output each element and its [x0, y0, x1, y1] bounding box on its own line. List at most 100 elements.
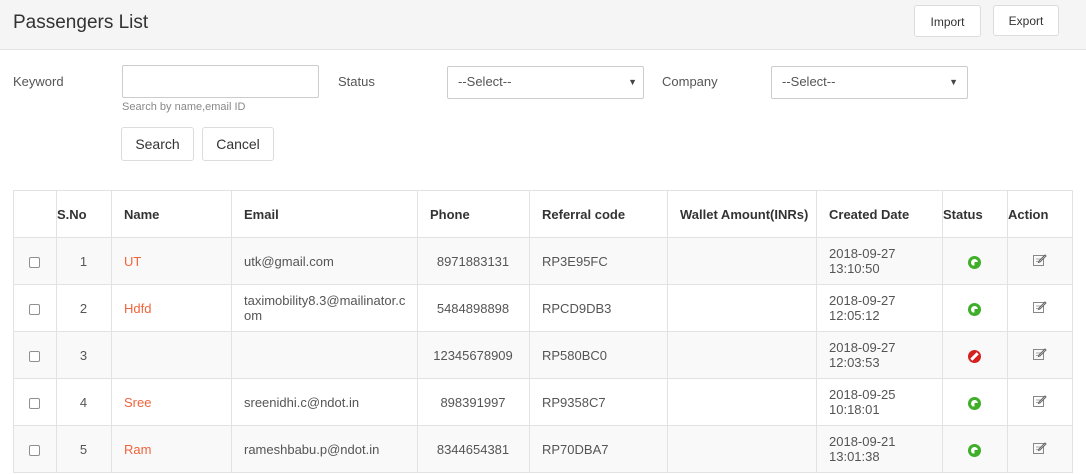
- passenger-name-link[interactable]: Sree: [124, 395, 151, 410]
- header-sno: S.No: [56, 190, 112, 238]
- header-email: Email: [231, 190, 418, 238]
- chevron-down-icon: ▼: [949, 77, 958, 87]
- table-row: 1 UT utk@gmail.com 8971883131 RP3E95FC 2…: [13, 237, 1073, 285]
- status-active-icon[interactable]: [968, 302, 981, 316]
- cell-phone: 898391997: [417, 378, 530, 426]
- created-time: 12:03:53: [829, 355, 880, 370]
- cell-referral-code: RPCD9DB3: [529, 284, 668, 332]
- cell-status: [942, 284, 1008, 332]
- cell-action: [1007, 378, 1073, 426]
- cell-created-date: 2018-09-25 10:18:01: [816, 378, 943, 426]
- company-select-value: --Select--: [782, 74, 836, 89]
- cell-created-date: 2018-09-21 13:01:38: [816, 425, 943, 473]
- cell-phone: 8344654381: [417, 425, 530, 473]
- table-row: 4 Sree sreenidhi.c@ndot.in 898391997 RP9…: [13, 378, 1073, 426]
- cell-name: Ram: [111, 425, 232, 473]
- header-name: Name: [111, 190, 232, 238]
- cell-sno: 5: [56, 425, 112, 473]
- cancel-button[interactable]: Cancel: [202, 127, 274, 161]
- created-date: 2018-09-21: [829, 434, 896, 449]
- created-time: 10:18:01: [829, 402, 880, 417]
- select-all-header: [13, 190, 57, 238]
- cell-wallet: [667, 425, 817, 473]
- created-date: 2018-09-27: [829, 293, 896, 308]
- status-active-icon[interactable]: [968, 396, 981, 410]
- passenger-name-link[interactable]: Hdfd: [124, 301, 151, 316]
- status-select[interactable]: --Select-- ▼: [447, 66, 644, 99]
- cell-sno: 1: [56, 237, 112, 285]
- cell-sno: 3: [56, 331, 112, 379]
- cell-name: UT: [111, 237, 232, 285]
- cell-phone: 12345678909: [417, 331, 530, 379]
- status-active-icon[interactable]: [968, 443, 981, 457]
- cell-referral-code: RP580BC0: [529, 331, 668, 379]
- cell-status: [942, 237, 1008, 285]
- status-blocked-icon[interactable]: [968, 349, 981, 363]
- edit-icon[interactable]: [1032, 299, 1047, 314]
- row-checkbox[interactable]: [29, 350, 40, 362]
- edit-icon[interactable]: [1032, 440, 1047, 455]
- table-row: 3 12345678909 RP580BC0 2018-09-27 12:03:5…: [13, 331, 1073, 379]
- edit-icon[interactable]: [1032, 346, 1047, 361]
- cell-action: [1007, 331, 1073, 379]
- cell-action: [1007, 425, 1073, 473]
- passenger-name-link[interactable]: UT: [124, 254, 141, 269]
- cell-email: rameshbabu.p@ndot.in: [231, 425, 418, 473]
- table-row: 2 Hdfd taximobility8.3@mailinator.com 54…: [13, 284, 1073, 332]
- cell-created-date: 2018-09-27 12:05:12: [816, 284, 943, 332]
- cell-phone: 5484898898: [417, 284, 530, 332]
- row-checkbox-cell: [13, 284, 57, 332]
- row-checkbox-cell: [13, 331, 57, 379]
- edit-icon[interactable]: [1032, 393, 1047, 408]
- header-wallet-amount: Wallet Amount(INRs): [667, 190, 817, 238]
- edit-icon[interactable]: [1032, 252, 1047, 267]
- import-button[interactable]: Import: [914, 5, 981, 37]
- passenger-name-link[interactable]: Ram: [124, 442, 151, 457]
- cell-wallet: [667, 284, 817, 332]
- status-select-value: --Select--: [458, 74, 512, 89]
- cell-sno: 4: [56, 378, 112, 426]
- keyword-label: Keyword: [13, 74, 64, 89]
- row-checkbox[interactable]: [29, 256, 40, 268]
- header-action: Action: [1007, 190, 1073, 238]
- page-title: Passengers List: [13, 12, 149, 33]
- cell-email: utk@gmail.com: [231, 237, 418, 285]
- row-checkbox-cell: [13, 425, 57, 473]
- created-time: 12:05:12: [829, 308, 880, 323]
- company-label: Company: [662, 74, 718, 89]
- created-date: 2018-09-27: [829, 340, 896, 355]
- created-date: 2018-09-25: [829, 387, 896, 402]
- chevron-down-icon: ▼: [628, 77, 637, 87]
- search-button[interactable]: Search: [121, 127, 194, 161]
- cell-referral-code: RP70DBA7: [529, 425, 668, 473]
- cell-status: [942, 425, 1008, 473]
- cell-name: [111, 331, 232, 379]
- row-checkbox[interactable]: [29, 397, 40, 409]
- header-created-date: Created Date: [816, 190, 943, 238]
- status-label: Status: [338, 74, 375, 89]
- cell-email: [231, 331, 418, 379]
- cell-status: [942, 378, 1008, 426]
- cell-email: sreenidhi.c@ndot.in: [231, 378, 418, 426]
- header-phone: Phone: [417, 190, 530, 238]
- passengers-table: S.No Name Email Phone Referral code Wall…: [13, 190, 1073, 473]
- row-checkbox[interactable]: [29, 444, 40, 456]
- table-row: 5 Ram rameshbabu.p@ndot.in 8344654381 RP…: [13, 425, 1073, 473]
- cell-action: [1007, 237, 1073, 285]
- cell-referral-code: RP9358C7: [529, 378, 668, 426]
- keyword-input[interactable]: [122, 65, 319, 98]
- cell-status: [942, 331, 1008, 379]
- header-status: Status: [942, 190, 1008, 238]
- cell-phone: 8971883131: [417, 237, 530, 285]
- company-select[interactable]: --Select-- ▼: [771, 66, 968, 99]
- keyword-help-text: Search by name,email ID: [122, 101, 246, 113]
- cell-wallet: [667, 331, 817, 379]
- cell-email: taximobility8.3@mailinator.com: [231, 284, 418, 332]
- status-active-icon[interactable]: [968, 255, 981, 269]
- header-referral-code: Referral code: [529, 190, 668, 238]
- export-button[interactable]: Export: [993, 5, 1059, 36]
- cell-created-date: 2018-09-27 12:03:53: [816, 331, 943, 379]
- cell-created-date: 2018-09-27 13:10:50: [816, 237, 943, 285]
- row-checkbox[interactable]: [29, 303, 40, 315]
- row-checkbox-cell: [13, 378, 57, 426]
